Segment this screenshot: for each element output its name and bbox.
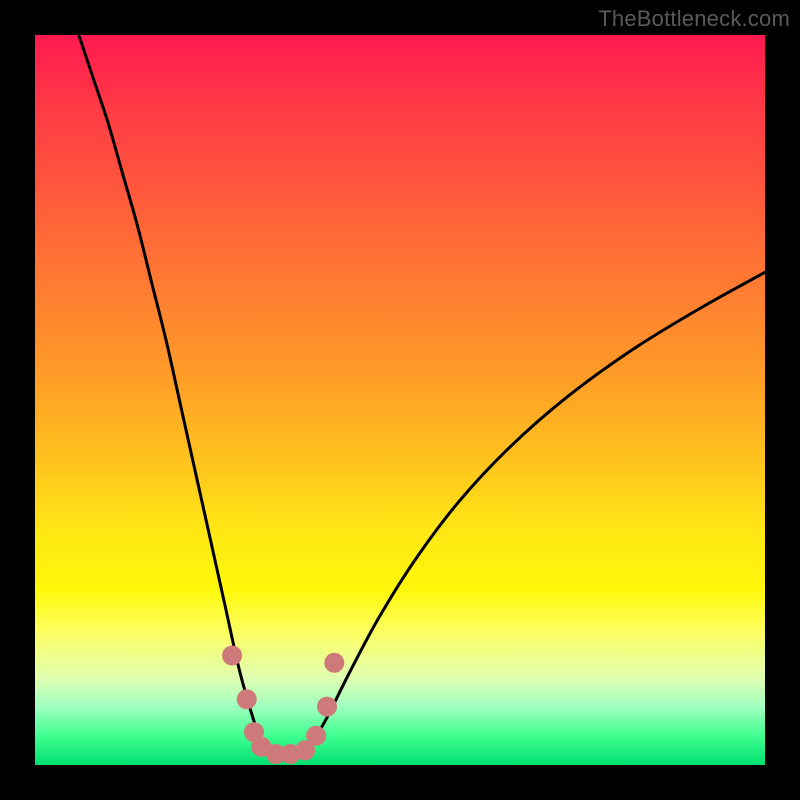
curve-lines (79, 35, 765, 756)
valley-dot (306, 726, 326, 746)
chart-svg (35, 35, 765, 765)
data-dots (222, 646, 344, 765)
valley-dot (324, 653, 344, 673)
chart-frame: TheBottleneck.com (0, 0, 800, 800)
bottleneck-curve (79, 35, 765, 756)
valley-dot (237, 689, 257, 709)
watermark-text: TheBottleneck.com (598, 6, 790, 32)
plot-area (35, 35, 765, 765)
valley-dot (317, 697, 337, 717)
valley-dot (222, 646, 242, 666)
